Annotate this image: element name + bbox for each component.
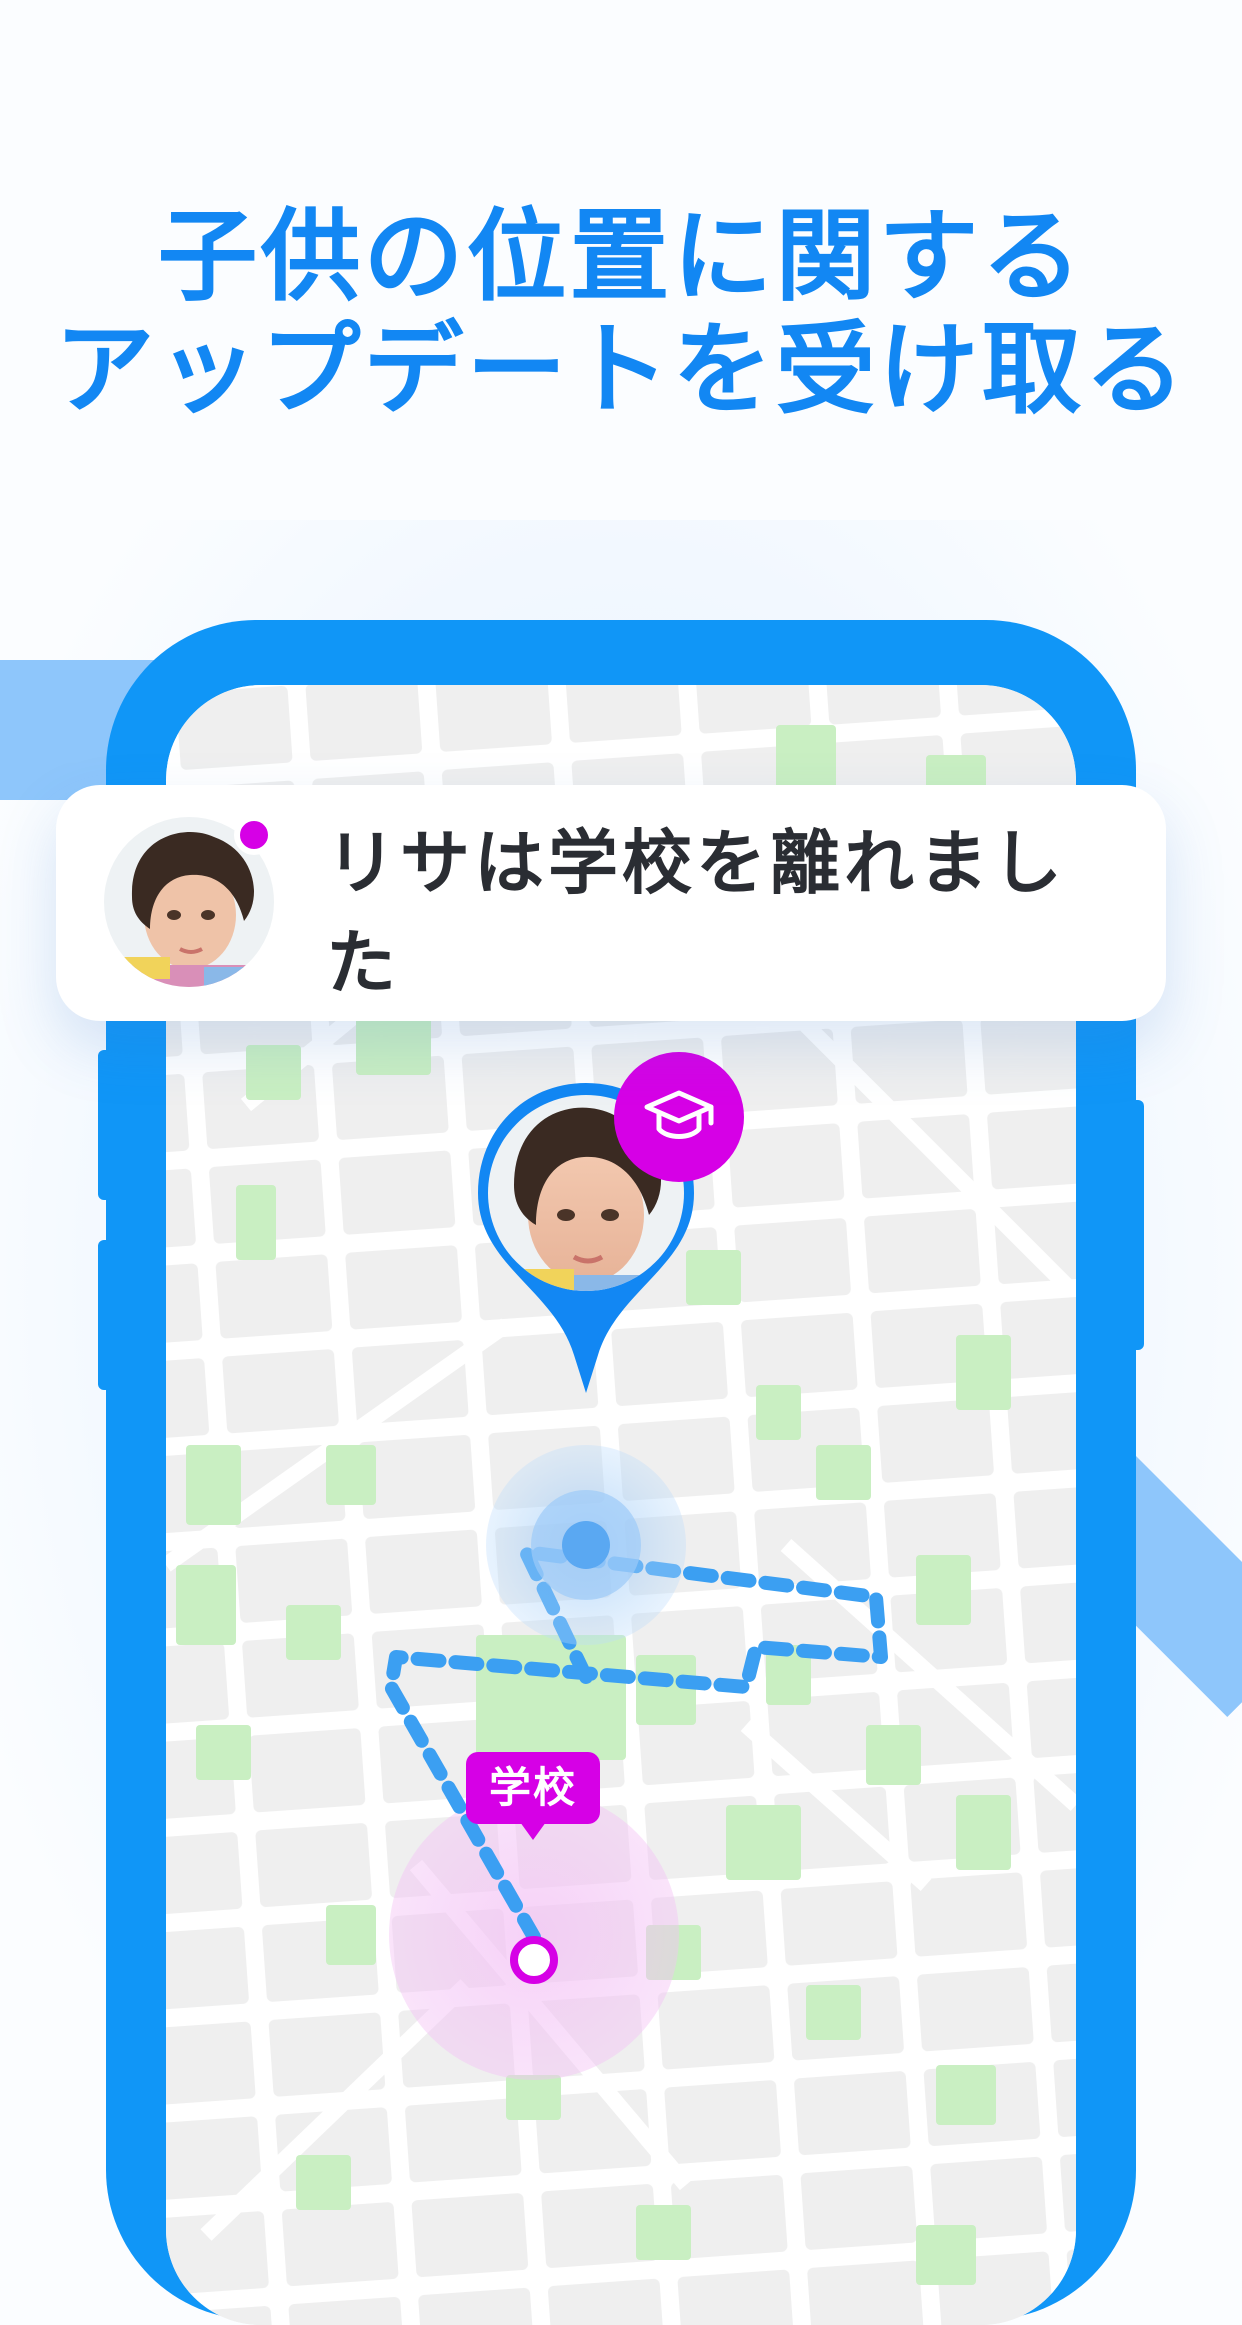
school-label[interactable]: 学校 — [466, 1752, 600, 1840]
notification-message: リサは学校を離れました — [326, 822, 1066, 1004]
child-location-dot — [562, 1521, 610, 1569]
notification-card[interactable]: リサは学校を離れました — [56, 785, 1166, 1021]
school-badge — [614, 1052, 744, 1182]
graduation-cap-icon — [644, 1090, 714, 1139]
school-marker-dot[interactable] — [510, 1936, 558, 1984]
page-headline: 子供の位置に関する アップデートを受け取る — [0, 200, 1242, 426]
notification-status-dot — [234, 815, 274, 855]
headline-line-1: 子供の位置に関する — [157, 198, 1085, 315]
headline-line-2: アップデートを受け取る — [54, 311, 1188, 428]
